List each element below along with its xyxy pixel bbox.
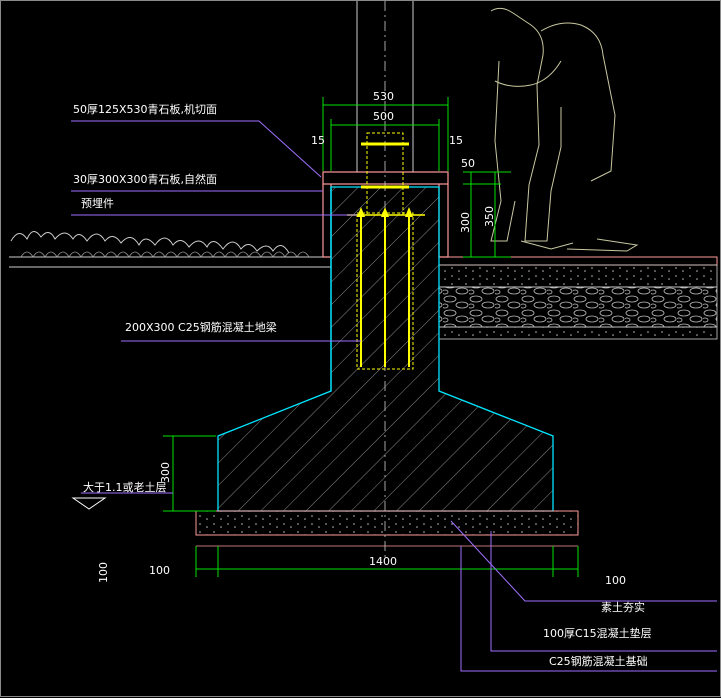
left-ground xyxy=(9,231,331,268)
dim-beam-300: 300 xyxy=(459,212,472,233)
cad-drawing-window: 50厚125X530青石板,机切面 30厚300X300青石板,自然面 预埋件 … xyxy=(0,0,721,697)
shrub-sketch xyxy=(10,231,290,254)
label-beam: 200X300 C25钢筋混凝土地梁 xyxy=(125,320,277,334)
label-embedded-part: 预埋件 xyxy=(81,197,114,210)
label-top-slab: 50厚125X530青石板,机切面 xyxy=(73,102,217,116)
label-side-slab: 30厚300X300青石板,自然面 xyxy=(73,172,217,186)
dim-footing-height: 300 xyxy=(159,462,172,483)
dim-top-width-outer: 530 xyxy=(373,90,394,103)
dim-cushion-thickness: 100 xyxy=(97,562,110,583)
foundation-section-drawing: 50厚125X530青石板,机切面 30厚300X300青石板,自然面 预埋件 … xyxy=(9,1,718,672)
dim-cushion-left: 100 xyxy=(149,564,170,577)
label-compacted-soil: 素土夯实 xyxy=(601,600,645,614)
dim-side-left: 15 xyxy=(311,134,325,147)
elevation-marker-icon xyxy=(71,497,107,510)
dim-beam-350: 350 xyxy=(483,206,496,227)
dim-cushion-right: 100 xyxy=(605,574,626,587)
label-cushion: 100厚C15混凝土垫层 xyxy=(543,626,652,640)
label-soil-layer: 大于1.1或老土层 xyxy=(83,480,167,494)
dim-base-width: 1400 xyxy=(369,555,397,568)
label-foundation: C25钢筋混凝土基础 xyxy=(549,654,648,668)
dim-top-width-inner: 500 xyxy=(373,110,394,123)
dim-slab-thickness: 50 xyxy=(461,157,475,170)
right-paving xyxy=(438,256,718,340)
figure-sketch xyxy=(490,7,639,252)
cushion-layer xyxy=(195,510,579,536)
dim-side-right: 15 xyxy=(449,134,463,147)
